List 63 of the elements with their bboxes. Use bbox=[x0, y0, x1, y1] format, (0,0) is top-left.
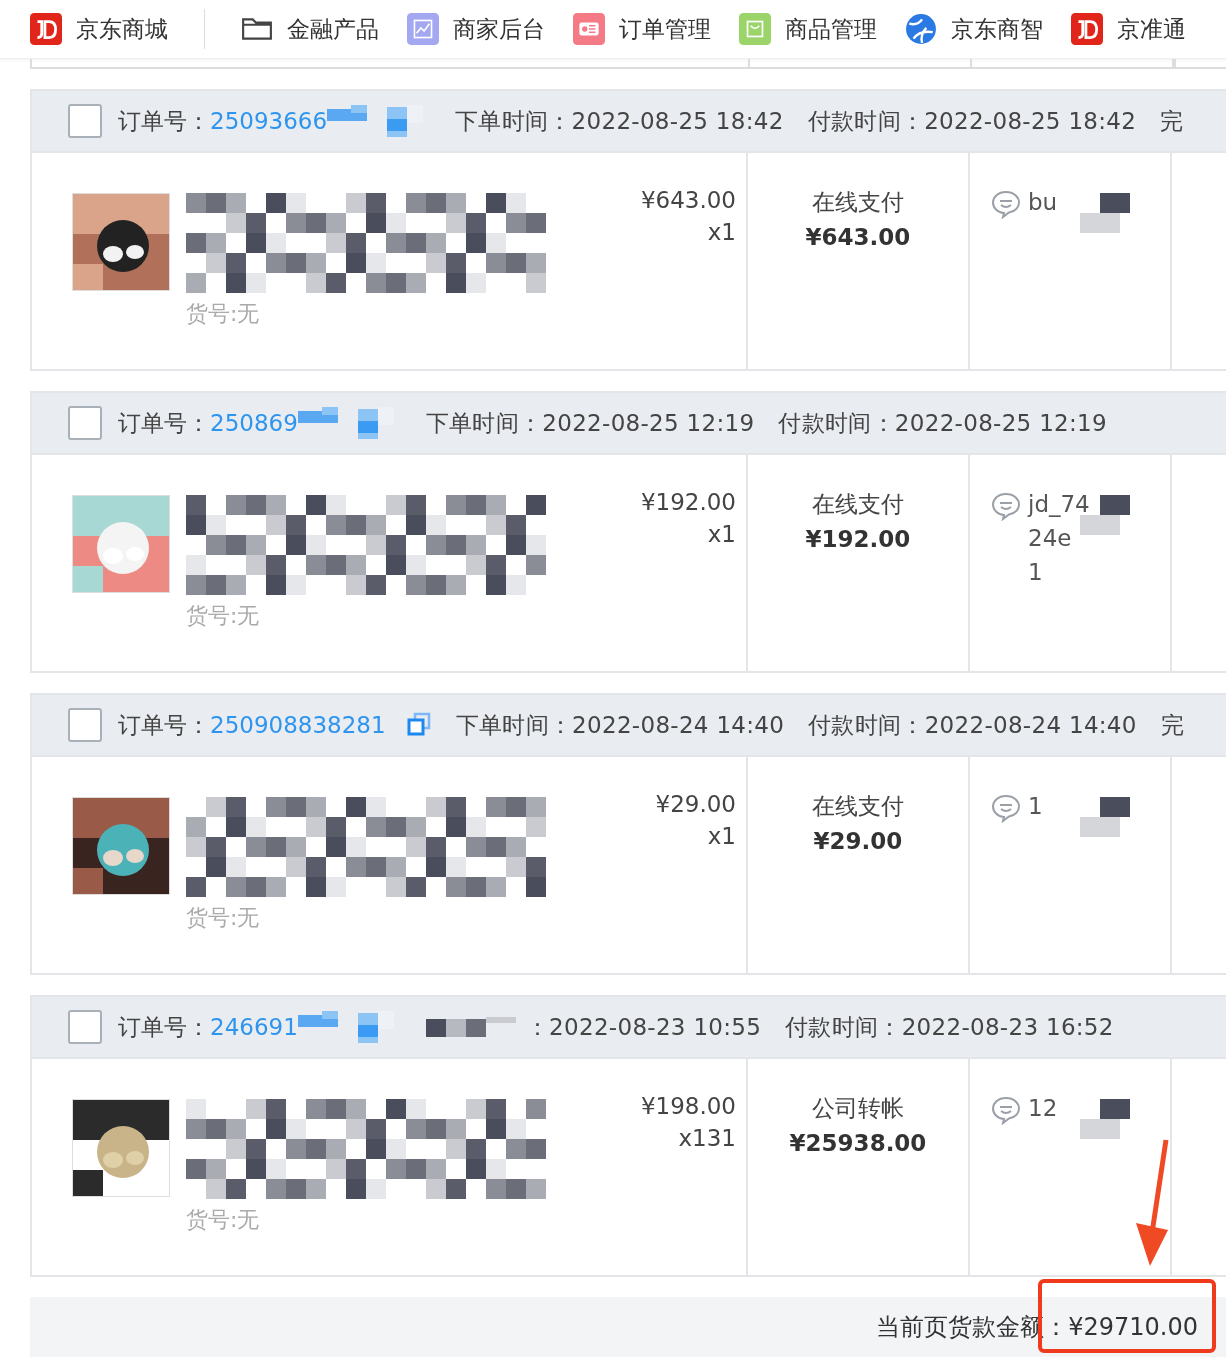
chat-icon[interactable] bbox=[990, 491, 1022, 521]
nav-link[interactable]: 商家后台 bbox=[407, 13, 545, 45]
item-number: 货号:无 bbox=[186, 904, 261, 932]
unit-price: ¥29.00 bbox=[655, 791, 736, 817]
order-time: 下单时间：2022-08-25 18:42 bbox=[455, 106, 784, 136]
nav-link[interactable]: 京准通 bbox=[1071, 13, 1186, 45]
payment-method: 在线支付 bbox=[812, 188, 904, 217]
item-number: 货号:无 bbox=[186, 1206, 261, 1234]
payment-time: 付款时间：2022-08-23 16:52 bbox=[785, 1012, 1114, 1042]
nav-link[interactable]: 京东商智 bbox=[905, 13, 1043, 45]
payment-amount: ¥192.00 bbox=[805, 526, 911, 552]
payment-method: 在线支付 bbox=[812, 792, 904, 821]
nav-link[interactable]: 金融产品 bbox=[241, 13, 379, 45]
payment-time: 付款时间：2022-08-24 14:40 bbox=[808, 710, 1137, 740]
globe-icon bbox=[905, 13, 937, 45]
buyer-name: jd_74 bbox=[1028, 491, 1090, 517]
order-time: ：2022-08-23 10:55 bbox=[525, 1012, 762, 1042]
payment-time: 付款时间：2022-08-25 18:42 bbox=[807, 106, 1137, 136]
checkbox[interactable] bbox=[68, 1010, 102, 1044]
ticket-icon bbox=[573, 13, 605, 45]
payment-time: 付款时间：2022-08-25 12:19 bbox=[778, 408, 1107, 438]
buyer-name: bu bbox=[1028, 189, 1058, 215]
payment-amount: ¥643.00 bbox=[805, 224, 911, 250]
nav-link[interactable]: 京东商城 bbox=[30, 13, 168, 45]
bag-icon bbox=[739, 13, 771, 45]
payment-method: 在线支付 bbox=[812, 490, 904, 519]
order-number-label: 订单号： bbox=[118, 106, 210, 136]
chat-icon[interactable] bbox=[990, 793, 1022, 823]
unit-price: ¥198.00 bbox=[640, 1093, 736, 1119]
item-number: 货号:无 bbox=[186, 300, 261, 328]
quantity: x1 bbox=[707, 219, 736, 245]
quantity: x1 bbox=[707, 823, 736, 849]
jd-icon bbox=[1071, 13, 1103, 45]
chat-icon[interactable] bbox=[990, 189, 1022, 219]
payment-amount: ¥25938.00 bbox=[789, 1130, 927, 1156]
quantity: x1 bbox=[707, 521, 736, 547]
buyer-name: 1 bbox=[1028, 793, 1043, 819]
item-number: 货号:无 bbox=[186, 602, 261, 630]
payment-method: 公司转帐 bbox=[812, 1094, 904, 1123]
nav-link[interactable]: 订单管理 bbox=[573, 13, 711, 45]
order-time: 下单时间：2022-08-25 12:19 bbox=[425, 408, 755, 438]
nav-link[interactable]: 商品管理 bbox=[739, 13, 877, 45]
buyer-name: 24e bbox=[1028, 525, 1073, 551]
checkbox[interactable] bbox=[68, 406, 102, 440]
order-number-label: 订单号： bbox=[118, 710, 210, 740]
order-number-label: 订单号： bbox=[118, 1012, 210, 1042]
checkbox[interactable] bbox=[68, 104, 102, 138]
buyer-name: 1 bbox=[1028, 559, 1044, 585]
chart-icon bbox=[407, 13, 439, 45]
jd-icon bbox=[30, 13, 62, 45]
unit-price: ¥192.00 bbox=[640, 489, 736, 515]
checkbox[interactable] bbox=[68, 708, 102, 742]
chat-icon[interactable] bbox=[990, 1095, 1022, 1125]
unit-price: ¥643.00 bbox=[640, 187, 736, 213]
order-number-label: 订单号： bbox=[118, 408, 210, 438]
quantity: x131 bbox=[678, 1125, 736, 1151]
payment-amount: ¥29.00 bbox=[813, 828, 903, 854]
summary-amount: ¥29710.00 bbox=[1068, 1313, 1198, 1341]
order-status: 完 bbox=[1160, 106, 1184, 136]
order-status: 完 bbox=[1160, 710, 1185, 740]
copy-icon[interactable] bbox=[405, 712, 432, 738]
buyer-name: 12 bbox=[1028, 1095, 1058, 1121]
order-time: 下单时间：2022-08-24 14:40 bbox=[455, 710, 785, 740]
